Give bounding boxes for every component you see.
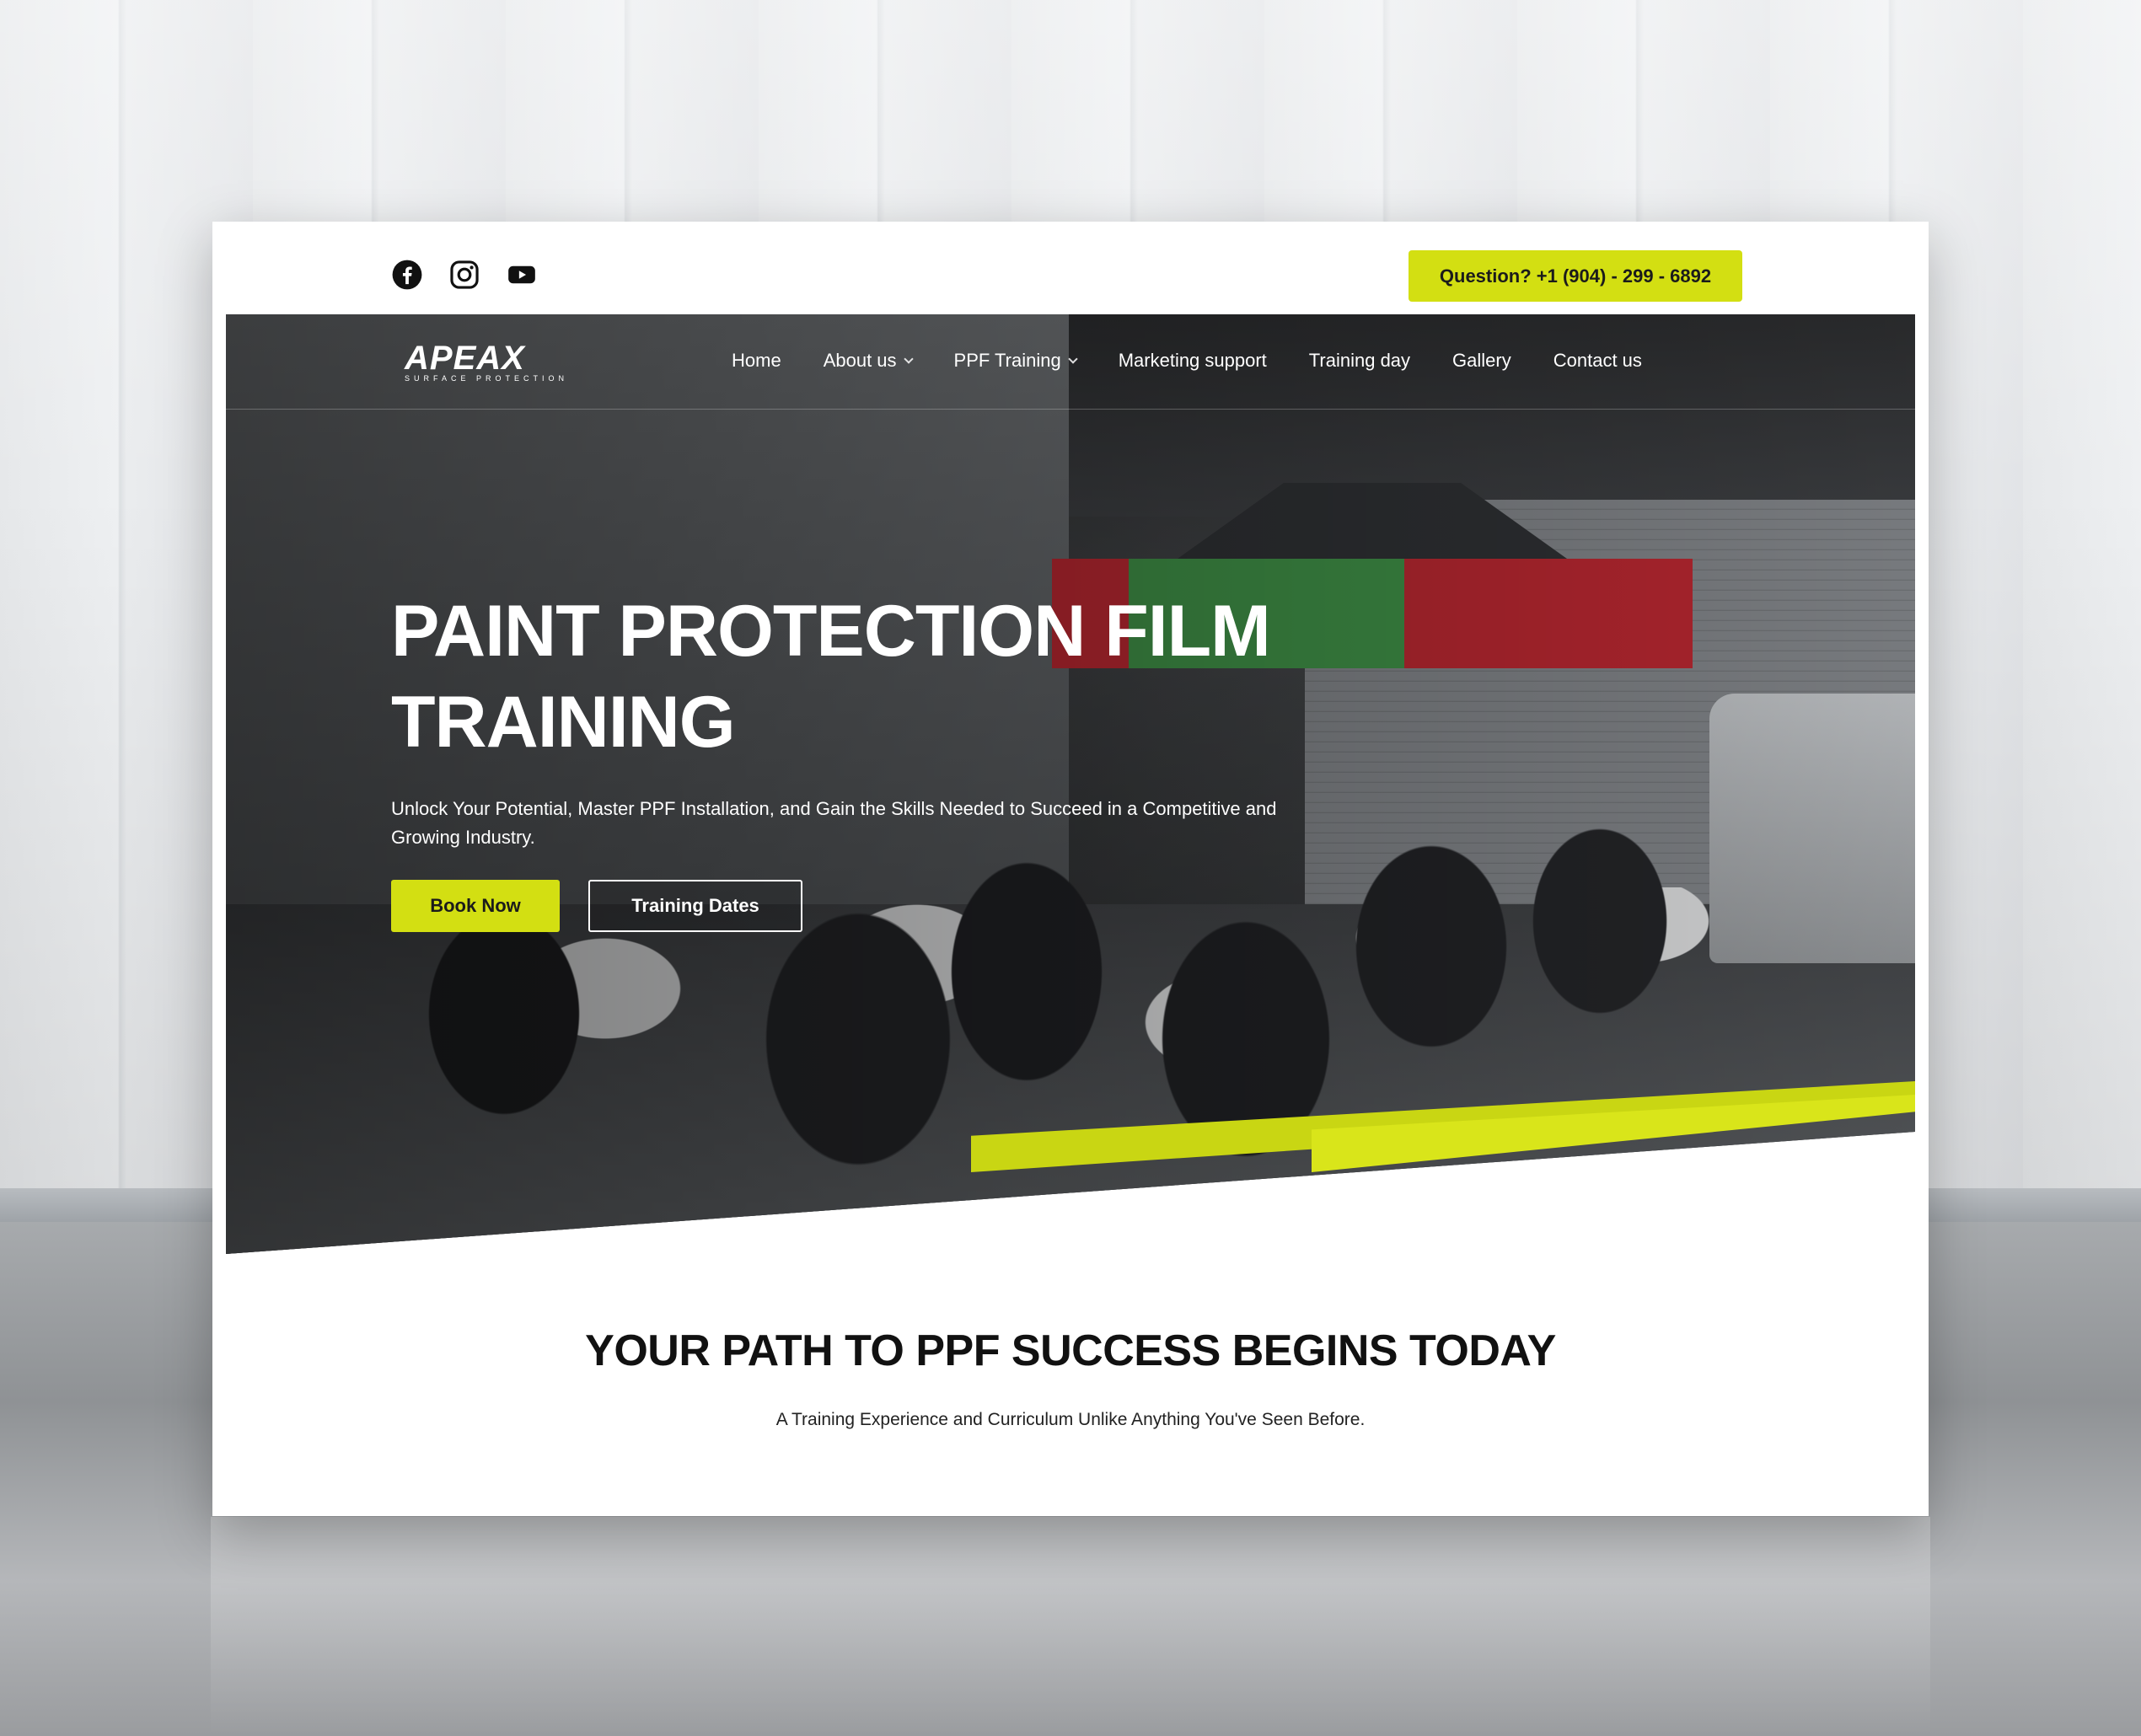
hero-title: PAINT PROTECTION FILM TRAINING [391,586,1403,768]
phone-question-button[interactable]: Question? +1 (904) - 299 - 6892 [1409,250,1742,302]
top-bar: Question? +1 (904) - 299 - 6892 [212,222,1929,314]
nav-item-home[interactable]: Home [732,350,781,372]
facebook-icon[interactable] [391,259,423,291]
section-title: YOUR PATH TO PPF SUCCESS BEGINS TODAY [585,1326,1556,1375]
nav-item-label: Contact us [1553,350,1642,371]
logo-text: APEAX [405,340,525,377]
nav-item-gallery[interactable]: Gallery [1452,350,1511,372]
book-now-button[interactable]: Book Now [391,880,560,932]
hero-title-line-1: PAINT PROTECTION FILM [391,591,1271,672]
section-subtitle: A Training Experience and Curriculum Unl… [775,1410,1366,1429]
training-dates-button[interactable]: Training Dates [588,880,802,932]
logo-subtext: SURFACE PROTECTION [405,374,569,383]
chevron-down-icon [1068,354,1078,364]
website-page: Question? +1 (904) - 299 - 6892 APEAX SU… [212,222,1929,1516]
nav-divider [226,409,1915,410]
nav-item-label: Gallery [1452,350,1511,371]
chevron-down-icon [903,354,914,364]
nav-item-label: About us [823,350,897,371]
brand-logo[interactable]: APEAX SURFACE PROTECTION [405,340,573,390]
instagram-icon[interactable] [448,259,480,291]
nav-item-training-day[interactable]: Training day [1309,350,1410,372]
nav-item-contact-us[interactable]: Contact us [1553,350,1642,372]
hero-title-line-2: TRAINING [391,682,736,763]
nav-item-label: Marketing support [1118,350,1267,371]
nav-item-label: PPF Training [953,350,1061,371]
hero-subtitle: Unlock Your Potential, Master PPF Instal… [391,798,1277,848]
nav-item-ppf-training[interactable]: PPF Training [953,350,1078,372]
nav-item-label: Training day [1308,350,1411,371]
social-links [391,259,538,291]
main-navigation: Home About us PPF Training Marketing sup… [732,350,1684,372]
floor-reflection [211,1517,1930,1736]
nav-item-label: Home [732,350,781,371]
nav-item-marketing-support[interactable]: Marketing support [1119,350,1267,372]
nav-item-about-us[interactable]: About us [823,350,914,372]
youtube-icon[interactable] [506,259,538,291]
